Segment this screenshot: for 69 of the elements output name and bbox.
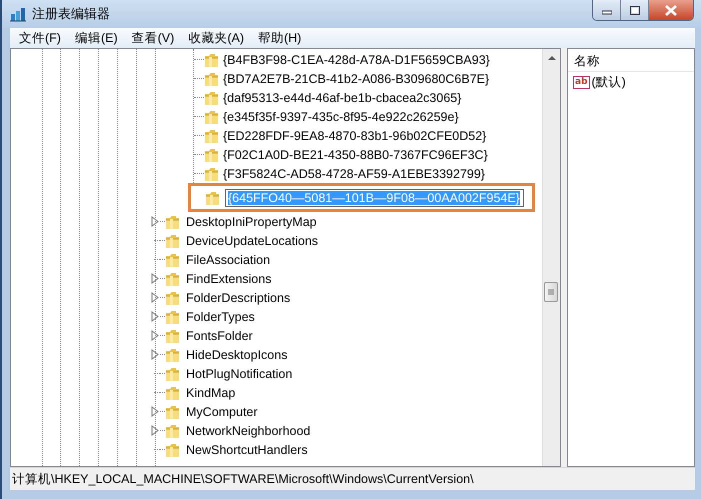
value-name[interactable]: (默认) [592, 74, 626, 90]
scrollbar-thumb[interactable] [544, 282, 558, 302]
scrollbar[interactable] [542, 49, 560, 466]
menu-item[interactable]: 帮助(H) [250, 28, 308, 48]
registry-key[interactable]: MyComputer [186, 404, 258, 418]
folder-icon [165, 270, 180, 286]
registry-key[interactable]: HotPlugNotification [186, 366, 292, 380]
folder-icon [204, 108, 219, 124]
expand-arrow-icon[interactable] [150, 349, 158, 360]
registry-key[interactable]: KindMap [186, 386, 236, 400]
expand-arrow-icon[interactable] [150, 216, 158, 227]
menu-item[interactable]: 查看(V) [124, 28, 182, 48]
folder-icon [165, 384, 180, 400]
folder-icon [165, 214, 180, 230]
registry-key[interactable]: {BD7A2E7B-21CB-41b2-A086-B309680C6B7E} [223, 72, 490, 86]
string-value-icon: ab [573, 76, 590, 88]
registry-key[interactable]: FontsFolder [186, 328, 253, 342]
registry-key[interactable]: FindExtensions [186, 272, 272, 286]
registry-key[interactable]: NewShortcutHandlers [186, 442, 308, 456]
folder-icon [165, 422, 180, 438]
expand-arrow-icon[interactable] [150, 273, 158, 284]
folder-icon [204, 166, 219, 182]
menu-item[interactable]: 编辑(E) [68, 28, 125, 48]
folder-icon [204, 128, 219, 144]
status-path: 计算机\HKEY_LOCAL_MACHINE\SOFTWARE\Microsoft\Windows\CurrentVersion\ [12, 470, 474, 488]
registry-key[interactable]: {e345f35f-9397-435c-8f95-4e922c26259e} [223, 110, 459, 124]
folder-icon [165, 252, 180, 268]
folder-icon [165, 308, 180, 324]
maximize-button[interactable] [621, 0, 649, 20]
folder-icon [165, 442, 180, 458]
minimize-button[interactable] [593, 0, 621, 20]
close-button[interactable] [649, 0, 693, 20]
registry-key[interactable]: {ED228FDF-9EA8-4870-83b1-96b02CFE0D52} [223, 128, 486, 142]
registry-key[interactable]: HideDesktopIcons [186, 348, 288, 362]
expand-arrow-icon[interactable] [150, 311, 158, 322]
expand-arrow-icon[interactable] [150, 406, 158, 417]
folder-icon [204, 52, 219, 68]
folder-icon [165, 290, 180, 306]
menu-item[interactable]: 收藏夹(A) [181, 28, 251, 48]
expand-arrow-icon[interactable] [150, 425, 158, 436]
folder-icon [204, 90, 219, 106]
column-header[interactable]: 名称 [568, 49, 694, 71]
registry-key[interactable]: {B4FB3F98-C1EA-428d-A78A-D1F5659CBA93} [223, 52, 490, 66]
folder-icon [165, 366, 180, 382]
registry-key[interactable]: DeviceUpdateLocations [186, 234, 318, 248]
folder-icon [165, 404, 180, 420]
folder-icon [204, 70, 219, 86]
registry-key[interactable]: {F3F5824C-AD58-4728-AF59-A1EBE3392799} [223, 166, 485, 180]
registry-key[interactable]: FileAssociation [186, 252, 270, 266]
folder-icon [165, 232, 180, 248]
folder-icon [205, 190, 220, 206]
folder-icon [165, 328, 180, 344]
registry-app-icon [10, 6, 26, 22]
folder-icon [204, 146, 219, 162]
expand-arrow-icon[interactable] [150, 292, 158, 303]
expand-arrow-icon[interactable] [150, 330, 158, 341]
registry-key[interactable]: NetworkNeighborhood [186, 424, 310, 438]
registry-key[interactable]: {daf95313-e44d-46af-be1b-cbacea2c3065} [223, 90, 462, 104]
maximize-icon [630, 6, 640, 14]
grip-icon [548, 289, 554, 295]
close-icon [664, 4, 678, 16]
registry-key[interactable]: DesktopIniPropertyMap [186, 214, 317, 228]
menu-item[interactable]: 文件(F) [12, 28, 68, 48]
registry-key[interactable]: {F02C1A0D-BE21-4350-88B0-7367FC96EF3C} [223, 148, 488, 162]
folder-icon [165, 346, 180, 362]
registry-key[interactable]: FolderTypes [186, 310, 255, 324]
window-title: 注册表编辑器 [32, 5, 110, 23]
scroll-up-icon[interactable] [546, 54, 556, 62]
registry-key[interactable]: FolderDescriptions [186, 290, 290, 304]
